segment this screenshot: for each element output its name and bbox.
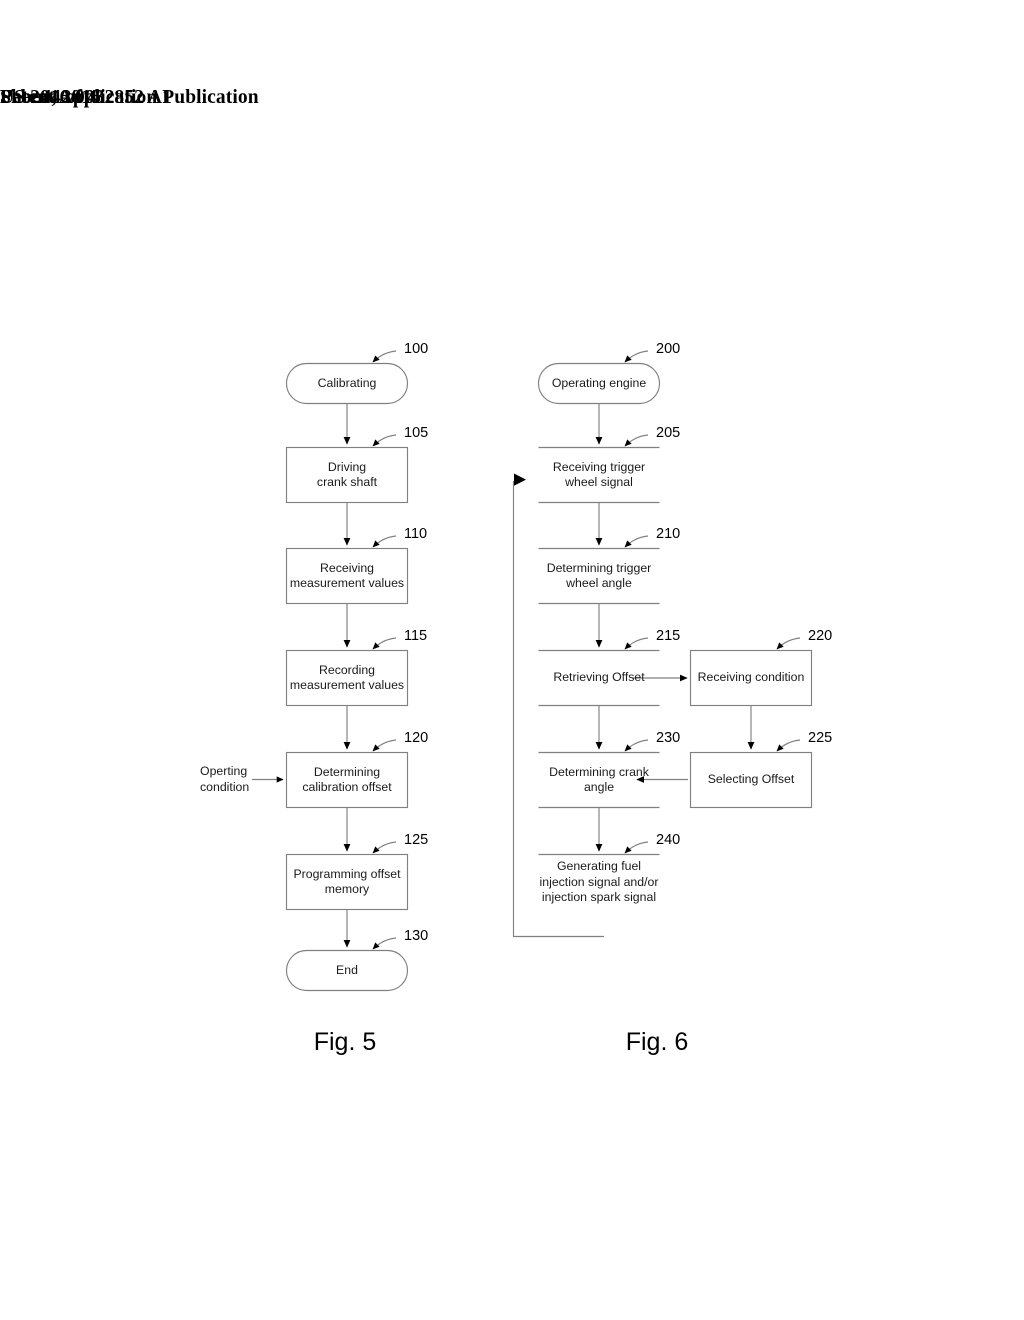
leader-210 [624, 535, 649, 548]
fig6-node-200-label: Operating engine [551, 375, 647, 390]
leader-125 [372, 841, 397, 854]
fig6-feedback-arrowhead [514, 473, 526, 486]
ref-number-100: 100 [404, 341, 429, 357]
leader-200 [624, 350, 649, 363]
fig6-node-205-label: Receiving trigger wheel signal [552, 459, 646, 490]
drawing-canvas [252, 350, 813, 992]
fig5-node-130-label: End [336, 962, 358, 977]
ref-number-225: 225 [808, 730, 833, 746]
fig5-node-115-label: Recording measurement values [289, 662, 405, 693]
ref-number-240: 240 [656, 832, 681, 848]
ref-number-200: 200 [656, 341, 681, 357]
ref-number-215: 215 [656, 628, 681, 644]
leader-130 [372, 937, 397, 950]
ref-number-130: 130 [404, 928, 429, 944]
ref-number-210: 210 [656, 526, 681, 542]
figure-caption-fig6: Fig. 6 [625, 1028, 689, 1056]
leader-115 [372, 637, 397, 650]
ref-number-125: 125 [404, 832, 429, 848]
fig6-node-225-label: Selecting Offset [707, 772, 795, 787]
leader-215 [624, 637, 649, 650]
leader-105 [372, 434, 397, 447]
figure-caption-fig5: Fig. 5 [313, 1028, 377, 1056]
fig5-node-110-label: Receiving measurement values [289, 560, 405, 591]
ref-number-105: 105 [404, 425, 429, 441]
fig6-node-210-label: Determining trigger wheel angle [546, 560, 652, 591]
fig5-node-100-label: Calibrating [317, 375, 377, 390]
ref-number-115: 115 [404, 628, 428, 644]
fig6-node-240-label: Generating fuel injection signal and/or … [539, 859, 659, 904]
patent-drawing-sheet [0, 0, 1024, 1320]
fig6-node-215-label: Retrieving Offset [553, 670, 645, 685]
ref-number-120: 120 [404, 730, 429, 746]
fig5-node-105-label: Driving crank shaft [316, 459, 378, 490]
leader-240 [624, 841, 649, 854]
leader-220 [776, 637, 801, 650]
fig5-node-120-label: Determining calibration offset [302, 764, 392, 795]
fig5-node-125-label: Programming offset memory [293, 866, 401, 897]
fig5-side-input-operating-condition: Operting condition [200, 764, 250, 794]
leader-205 [624, 434, 649, 447]
leader-120 [372, 739, 397, 752]
leader-110 [372, 535, 397, 548]
leader-100 [372, 350, 397, 363]
ref-number-230: 230 [656, 730, 681, 746]
ref-number-220: 220 [808, 628, 833, 644]
ref-number-110: 110 [404, 526, 428, 542]
fig6-node-220-label: Receiving condition [697, 670, 805, 685]
ref-number-205: 205 [656, 425, 681, 441]
fig6-node-230-label: Determining crank angle [549, 764, 649, 795]
leader-225 [776, 739, 801, 752]
leader-230 [624, 739, 649, 752]
